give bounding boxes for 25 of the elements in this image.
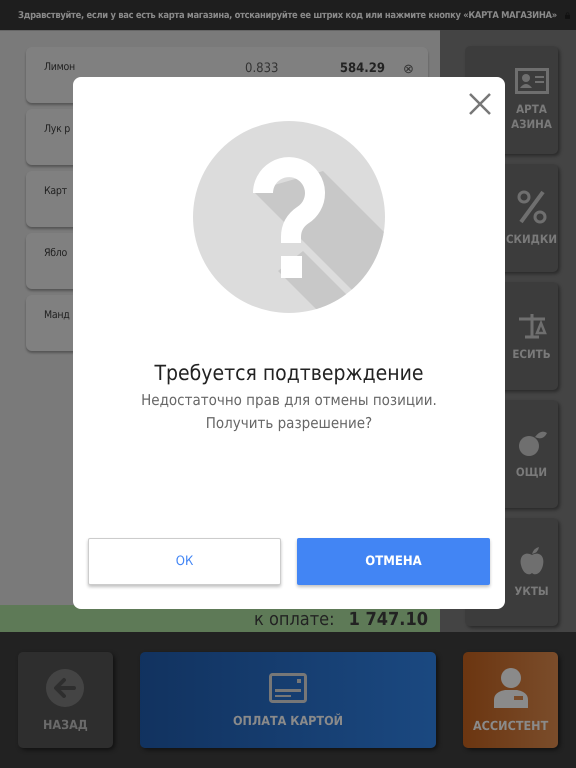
assistant-button[interactable]: АССИСТЕНТ [463, 652, 558, 748]
dialog-message: Недостаточно прав для отмены позиции. Получить разрешение? [141, 390, 437, 434]
close-button[interactable] [467, 91, 493, 117]
item-name: Лимон [44, 61, 76, 73]
dialog-title: Требуется подтверждение [154, 361, 424, 385]
question-icon [193, 121, 385, 313]
credit-card-icon [269, 672, 307, 702]
item-quantity: 0.833 [245, 61, 280, 76]
person-icon [492, 668, 529, 708]
item-price: 584.29 [338, 61, 385, 76]
percent-icon [516, 190, 546, 224]
cancel-button[interactable]: ОТМЕНА [297, 538, 490, 585]
greeting-message: Здравствуйте, если у вас есть карта магазина, отсканируйте ее штрих код или нажмите кнопку «КАРТА МАГАЗИНА» [18, 10, 557, 20]
remove-button[interactable]: ⊗ [403, 61, 414, 76]
item-name: Манд [44, 309, 70, 321]
pay-button[interactable]: ОПЛАТА КАРТОЙ [140, 652, 436, 748]
ok-button[interactable]: ОК [88, 538, 281, 585]
apple-icon [518, 546, 544, 576]
total-amount: 1 747.10 [348, 611, 428, 629]
item-name: Лук р [44, 123, 71, 135]
id-card-icon [514, 68, 548, 94]
item-name: Ябло [44, 247, 68, 259]
item-name: Карт [44, 185, 68, 197]
vegetable-icon [516, 428, 546, 457]
total-label: к оплате: [254, 611, 335, 629]
